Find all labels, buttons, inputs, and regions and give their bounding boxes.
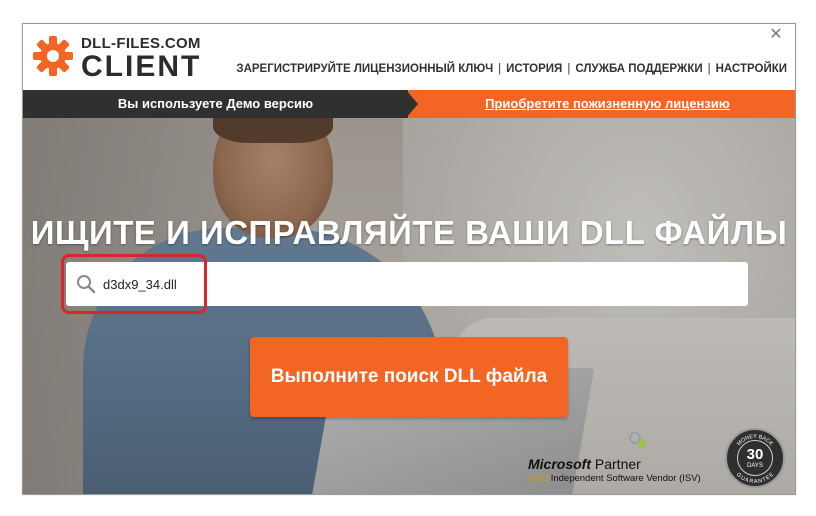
ms-partner-description: Gold Independent Software Vendor (ISV) — [528, 473, 701, 484]
top-nav: ЗАРЕГИСТРИРУЙТЕ ЛИЦЕНЗИОННЫЙ КЛЮЧ | ИСТОРИ… — [236, 63, 787, 75]
badge-center: 30 DAYS — [737, 440, 773, 476]
nav-separator: | — [498, 63, 502, 75]
money-back-badge: MONEY BACK GUARANTEE 30 DAYS — [725, 428, 785, 488]
hero-headline: ИЩИТЕ И ИСПРАВЛЯЙТЕ ВАШИ DLL ФАЙЛЫ — [30, 214, 788, 251]
nav-separator: | — [707, 63, 711, 75]
microsoft-partner-icon — [629, 432, 647, 450]
logo-subtitle: CLIENT — [81, 50, 202, 83]
ms-partner-word: Partner — [594, 456, 641, 472]
badge-number: 30 — [746, 446, 764, 463]
ms-isv-text: Independent Software Vendor (ISV) — [550, 473, 701, 484]
header: DLL-FILES.COM CLIENT ✕ ЗАРЕГИСТРИРУЙТЕ Л… — [23, 24, 795, 90]
nav-settings[interactable]: НАСТРОЙКИ — [716, 63, 787, 75]
nav-separator: | — [567, 63, 571, 75]
search-highlight-frame — [61, 254, 207, 314]
badge-days: DAYS — [747, 463, 763, 469]
microsoft-partner-logo: Microsoft Partner — [528, 456, 701, 472]
microsoft-partner-block: Microsoft Partner Gold Independent Softw… — [528, 456, 701, 484]
nav-register-key[interactable]: ЗАРЕГИСТРИРУЙТЕ ЛИЦЕНЗИОННЫЙ КЛЮЧ — [236, 63, 493, 75]
nav-support[interactable]: СЛУЖБА ПОДДЕРЖКИ — [575, 63, 702, 75]
buy-license-link[interactable]: Приобретите пожизненную лицензию — [420, 90, 795, 118]
app-window: DLL-FILES.COM CLIENT ✕ ЗАРЕГИСТРИРУЙТЕ Л… — [22, 23, 796, 495]
ms-brand: Microsoft — [528, 456, 591, 472]
search-dll-button[interactable]: Выполните поиск DLL файла — [250, 337, 568, 417]
license-banner: Вы используете Демо версию Приобретите п… — [23, 90, 795, 118]
nav-history[interactable]: ИСТОРИЯ — [506, 63, 562, 75]
ms-tier: Gold — [528, 473, 549, 484]
demo-version-text: Вы используете Демо версию — [117, 96, 314, 111]
gear-logo-icon — [33, 36, 73, 76]
close-icon[interactable]: ✕ — [769, 27, 783, 43]
